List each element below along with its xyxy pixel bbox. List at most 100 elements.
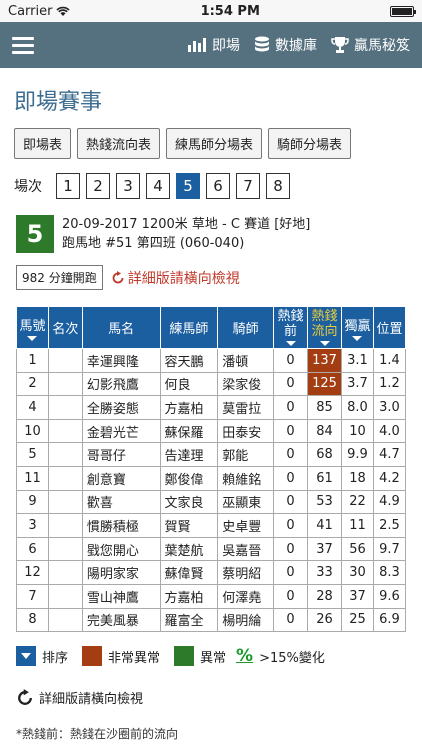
table-cell: 6 [16, 536, 49, 562]
status-bar: Carrier 1:54 PM [0, 0, 422, 22]
tab-live-table[interactable]: 即場表 [14, 128, 72, 159]
table-cell: 巫顯東 [217, 489, 275, 515]
legend: 排序 非常異常 異常 % >15%變化 [16, 646, 422, 667]
table-cell: 26 [307, 607, 343, 633]
table-cell: 33 [307, 560, 343, 585]
legend-abnormal-high-swatch [82, 646, 103, 667]
table-cell: 方嘉柏 [159, 583, 219, 609]
table-cell: 6.9 [372, 607, 407, 633]
rotate-hint[interactable]: 詳細版請橫向檢視 [111, 268, 240, 288]
table-row[interactable]: 3 慣勝積極 賀賢 史卓豐 0 41 11 2.5 [16, 513, 407, 538]
table-cell: 雪山神鷹 [81, 583, 161, 609]
table-cell: 9.9 [341, 442, 374, 467]
table-cell: 3.1 [341, 348, 374, 373]
table-cell: 8.3 [372, 560, 407, 585]
table-cell [47, 489, 83, 515]
table-cell: 9.7 [372, 536, 407, 562]
rotate-hint-bottom[interactable]: 詳細版請橫向檢視 [16, 688, 422, 707]
database-icon [255, 36, 269, 52]
table-cell: 蔡明紹 [217, 560, 275, 585]
tab-trainer[interactable]: 練馬師分場表 [166, 128, 263, 159]
header-horse-no[interactable]: 馬號 [16, 306, 49, 349]
race-button-8[interactable]: 8 [266, 173, 290, 199]
table-row[interactable]: 9 歡喜 文家良 巫顯東 0 53 22 4.9 [16, 489, 407, 515]
table-cell: 蘇保羅 [159, 418, 219, 444]
table-cell: 何澤堯 [217, 583, 275, 609]
tab-money-flow[interactable]: 熱錢流向表 [77, 128, 161, 159]
legend-pct-symbol: % [236, 646, 254, 667]
table-cell: 容天鵬 [159, 348, 219, 373]
table-cell: 0 [273, 395, 309, 420]
table-cell: 68 [307, 442, 343, 467]
race-button-2[interactable]: 2 [86, 173, 110, 199]
nav-live[interactable]: 即場 [187, 35, 240, 55]
table-cell [47, 395, 83, 420]
table-cell: 125 [307, 371, 343, 397]
race-button-1[interactable]: 1 [56, 173, 80, 199]
table-cell: 37 [341, 583, 374, 609]
rotate-icon [18, 688, 32, 705]
header-win[interactable]: 獨贏 [341, 306, 374, 349]
table-row[interactable]: 5 哥哥仔 告達理 郭能 0 68 9.9 4.7 [16, 442, 407, 467]
race-button-4[interactable]: 4 [146, 173, 170, 199]
menu-icon[interactable] [12, 36, 34, 54]
legend-abnormal-swatch [174, 646, 195, 667]
table-row[interactable]: 12 陽明家家 蘇偉賢 蔡明紹 0 33 30 8.3 [16, 560, 407, 585]
nav-tips[interactable]: 贏馬秘笈 [331, 35, 410, 55]
table-header-row: 馬號 名次 馬名 練馬師 騎師 熱錢前 熱錢流向 獨贏 位置 [16, 306, 407, 349]
table-cell [47, 465, 83, 491]
table-cell: 8 [16, 607, 49, 633]
table-row[interactable]: 1 幸運興隆 容天鵬 潘頓 0 137 3.1 1.4 [16, 348, 407, 373]
table-cell: 陽明家家 [81, 560, 161, 585]
table-cell: 0 [273, 536, 309, 562]
top-nav: 即場 數據庫 贏馬秘笈 [0, 22, 422, 68]
table-cell: 22 [341, 489, 374, 515]
countdown-badge: 982 分鐘開跑 [16, 265, 103, 290]
header-money-before[interactable]: 熱錢前 [273, 306, 309, 349]
table-cell: 8.0 [341, 395, 374, 420]
table-cell: 方嘉柏 [159, 395, 219, 420]
race-button-6[interactable]: 6 [206, 173, 230, 199]
header-money-flow[interactable]: 熱錢流向 [307, 306, 343, 349]
table-row[interactable]: 6 戥您開心 葉楚航 吳嘉晉 0 37 56 9.7 [16, 536, 407, 562]
wifi-icon [56, 6, 71, 16]
table-cell: 4.0 [372, 418, 407, 444]
table-row[interactable]: 2 幻影飛鷹 何良 梁家俊 0 125 3.7 1.2 [16, 371, 407, 397]
table-cell: 吳嘉晉 [217, 536, 275, 562]
table-cell: 幻影飛鷹 [81, 371, 161, 397]
header-horse-name: 馬名 [81, 306, 161, 349]
table-cell: 4.7 [372, 442, 407, 467]
runners-table: 馬號 名次 馬名 練馬師 騎師 熱錢前 熱錢流向 獨贏 位置 1 幸運興隆 容天鵬潘… [16, 306, 407, 633]
table-cell: 10 [16, 418, 49, 444]
meta-row: 982 分鐘開跑 詳細版請橫向檢視 [16, 265, 422, 290]
table-cell: 3 [16, 513, 49, 538]
table-row[interactable]: 8 完美風暴 羅富全 楊明綸 0 26 25 6.9 [16, 607, 407, 633]
view-tabs: 即場表 熱錢流向表 練馬師分場表 騎師分場表 [14, 128, 422, 159]
table-cell: 11 [16, 465, 49, 491]
table-cell: 蘇偉賢 [159, 560, 219, 585]
table-cell: 0 [273, 418, 309, 444]
table-cell: 賀賢 [159, 513, 219, 538]
table-cell: 1.2 [372, 371, 407, 397]
table-cell: 告達理 [159, 442, 219, 467]
table-cell: 潘頓 [217, 348, 275, 373]
header-jockey: 騎師 [217, 306, 275, 349]
table-cell: 0 [273, 583, 309, 609]
battery-icon [389, 5, 416, 17]
tab-jockey[interactable]: 騎師分場表 [268, 128, 352, 159]
table-cell: 3.0 [372, 395, 407, 420]
rotate-hint-label: 詳細版請橫向檢視 [127, 270, 240, 287]
race-button-5[interactable]: 5 [176, 173, 200, 199]
table-row[interactable]: 10 金碧光芒 蘇保羅 田泰安 0 84 10 4.0 [16, 418, 407, 444]
table-cell: 1.4 [372, 348, 407, 373]
clock: 1:54 PM [200, 3, 260, 19]
table-cell: 9.6 [372, 583, 407, 609]
table-cell: 幸運興隆 [81, 348, 161, 373]
table-row[interactable]: 7 雪山神鷹 方嘉柏 何澤堯 0 28 37 9.6 [16, 583, 407, 609]
race-button-3[interactable]: 3 [116, 173, 140, 199]
table-cell: 戥您開心 [81, 536, 161, 562]
race-button-7[interactable]: 7 [236, 173, 260, 199]
table-row[interactable]: 11 創意寶 鄭俊偉 賴維銘 0 61 18 4.2 [16, 465, 407, 491]
table-row[interactable]: 4 全勝姿態 方嘉柏 莫雷拉 0 85 8.0 3.0 [16, 395, 407, 420]
nav-database[interactable]: 數據庫 [254, 35, 317, 55]
